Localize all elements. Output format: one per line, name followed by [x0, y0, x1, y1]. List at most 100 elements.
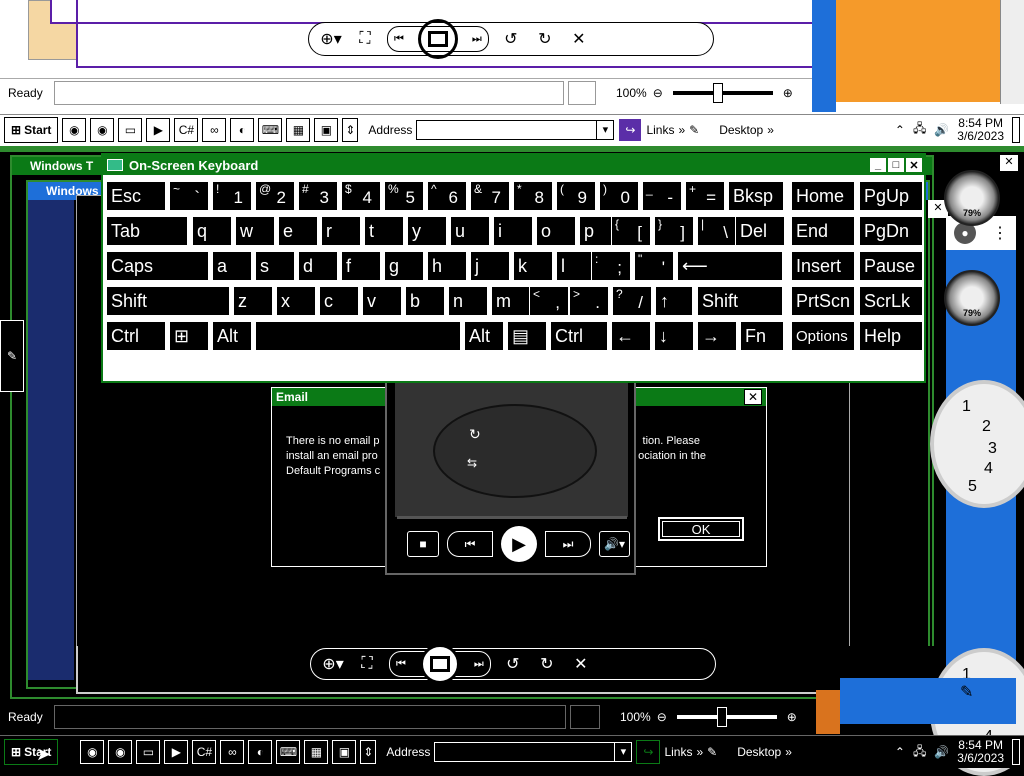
desktop-icon[interactable]: ✎	[689, 123, 699, 137]
key-y[interactable]: y	[407, 216, 447, 246]
key-sym4-1[interactable]: ⊞	[169, 321, 209, 351]
switch-view-icon[interactable]: ⇆	[467, 456, 477, 470]
zoom-in-icon-bottom[interactable]: ⊕	[787, 710, 797, 724]
firefox-icon-bottom[interactable]: ◐	[248, 740, 273, 764]
ok-button[interactable]: OK	[658, 517, 744, 541]
start-button[interactable]: ⊞ Start	[4, 116, 59, 143]
rotate-right-icon[interactable]: ↻	[533, 27, 557, 51]
delete-icon-bottom[interactable]: ✕	[569, 652, 593, 676]
key-v[interactable]: v	[362, 286, 402, 316]
key-insert[interactable]: Insert	[791, 251, 855, 281]
volume-icon[interactable]: 🔊	[934, 123, 949, 137]
key-3[interactable]: #3	[298, 181, 338, 211]
media-player-icon[interactable]: ▶	[146, 117, 171, 142]
key-sym1-12[interactable]: }]	[654, 216, 694, 246]
zoom-slider-bottom[interactable]	[676, 707, 777, 727]
close-icon[interactable]: ✕	[906, 158, 922, 172]
csharp-icon[interactable]: C#	[174, 117, 199, 142]
next-icon[interactable]: ⏭	[472, 33, 482, 46]
zoom-icon-bottom[interactable]: ⊕▾	[321, 652, 345, 676]
key-c[interactable]: c	[319, 286, 359, 316]
key-sym2-11[interactable]: " '	[634, 251, 674, 281]
seek-bar[interactable]	[397, 516, 627, 519]
minimize-icon[interactable]: _	[870, 158, 886, 172]
firefox-icon[interactable]: ◐	[230, 117, 255, 142]
game-icon[interactable]: ∞	[202, 117, 227, 142]
chevron-icon-2[interactable]: »	[767, 123, 774, 137]
key-sym0-13[interactable]: + =	[685, 181, 725, 211]
go-icon[interactable]: ↪	[618, 117, 643, 142]
side-edit-icon[interactable]: ✎	[0, 320, 24, 392]
delete-icon[interactable]: ✕	[567, 27, 591, 51]
pen-icon[interactable]: ✎	[960, 682, 973, 702]
zoom-icon[interactable]: ⊕▾	[319, 27, 343, 51]
key-sym0-12[interactable]: _ -	[642, 181, 682, 211]
key-x[interactable]: x	[276, 286, 316, 316]
key-sym4-9[interactable]: →	[697, 321, 737, 351]
key-pgdn[interactable]: PgDn	[859, 216, 923, 246]
key-fn[interactable]: Fn	[740, 321, 784, 351]
key-ctrl[interactable]: Ctrl	[550, 321, 608, 351]
key-sym4-7[interactable]: ←	[611, 321, 651, 351]
key-pgup[interactable]: PgUp	[859, 181, 923, 211]
key-g[interactable]: g	[384, 251, 424, 281]
key-sym3-10[interactable]: ? /	[612, 286, 652, 316]
key-home[interactable]: Home	[791, 181, 855, 211]
tray-expand-icon-bottom[interactable]: ⌃	[895, 745, 905, 759]
key-prtscn[interactable]: PrtScn	[791, 286, 855, 316]
desktop-label-bottom[interactable]: Desktop	[737, 745, 781, 759]
key-sym2-10[interactable]: :;	[591, 251, 631, 281]
key-7[interactable]: & 7	[470, 181, 510, 211]
key-i[interactable]: i	[493, 216, 533, 246]
key-sym4-8[interactable]: ↓	[654, 321, 694, 351]
key-j[interactable]: j	[470, 251, 510, 281]
maximize-icon[interactable]: □	[888, 158, 904, 172]
key-w[interactable]: w	[235, 216, 275, 246]
key-h[interactable]: h	[427, 251, 467, 281]
folder-icon-bottom[interactable]: ▭	[136, 740, 161, 764]
slideshow-icon[interactable]	[417, 19, 458, 59]
play-icon[interactable]: ▶	[501, 526, 537, 562]
key-u[interactable]: u	[450, 216, 490, 246]
volume-icon-bottom[interactable]: 🔊	[934, 745, 949, 759]
folder-icon[interactable]: ▭	[118, 117, 143, 142]
next-icon-bottom[interactable]: ⏭	[474, 658, 484, 671]
key-del[interactable]: Del	[735, 216, 785, 246]
zoom-slider[interactable]	[672, 83, 773, 103]
go-icon-bottom[interactable]: ↪	[636, 740, 661, 764]
key-9[interactable]: (9	[556, 181, 596, 211]
key-t[interactable]: t	[364, 216, 404, 246]
links-label-bottom[interactable]: Links	[664, 745, 692, 759]
more-vert-icon[interactable]: ⋮	[992, 223, 1008, 243]
desktop-icon-bottom[interactable]: ✎	[707, 745, 717, 759]
clock-bottom[interactable]: 8:54 PM 3/6/2023	[957, 739, 1004, 765]
previous-track-icon[interactable]: ⏮	[447, 531, 493, 557]
show-desktop-button[interactable]	[1012, 116, 1020, 143]
window-icon[interactable]: ▣	[314, 117, 339, 142]
stop-icon[interactable]: ■	[407, 531, 439, 557]
key-f[interactable]: f	[341, 251, 381, 281]
key-sym3-8[interactable]: <,	[529, 286, 569, 316]
key-n[interactable]: n	[448, 286, 488, 316]
key-4[interactable]: $4	[341, 181, 381, 211]
key-a[interactable]: a	[212, 251, 252, 281]
key-q[interactable]: q	[192, 216, 232, 246]
calculator-icon-bottom[interactable]: ▦	[304, 740, 329, 764]
zoom-out-icon[interactable]: ⊖	[653, 86, 663, 100]
media-player-icon-bottom[interactable]: ▶	[164, 740, 189, 764]
address-input[interactable]	[416, 119, 615, 140]
scroll-arrows-icon-bottom[interactable]: ⇕	[360, 740, 377, 764]
key-k[interactable]: k	[513, 251, 553, 281]
key-end[interactable]: End	[791, 216, 855, 246]
key-sym2-12[interactable]: ⟵	[677, 251, 783, 281]
keyboard-icon[interactable]: ⌨	[258, 117, 283, 142]
clock[interactable]: 8:54 PM 3/6/2023	[957, 116, 1004, 143]
zoom-out-icon-bottom[interactable]: ⊖	[657, 710, 667, 724]
cpu-gauge-2[interactable]: 79%	[944, 270, 1000, 326]
key-s[interactable]: s	[255, 251, 295, 281]
rotate-right-icon-bottom[interactable]: ↻	[535, 652, 559, 676]
key-5[interactable]: % 5	[384, 181, 424, 211]
network-icon-bottom[interactable]: 🖧	[913, 742, 926, 763]
key-b[interactable]: b	[405, 286, 445, 316]
chevron-icon-bottom-2[interactable]: »	[785, 745, 792, 759]
